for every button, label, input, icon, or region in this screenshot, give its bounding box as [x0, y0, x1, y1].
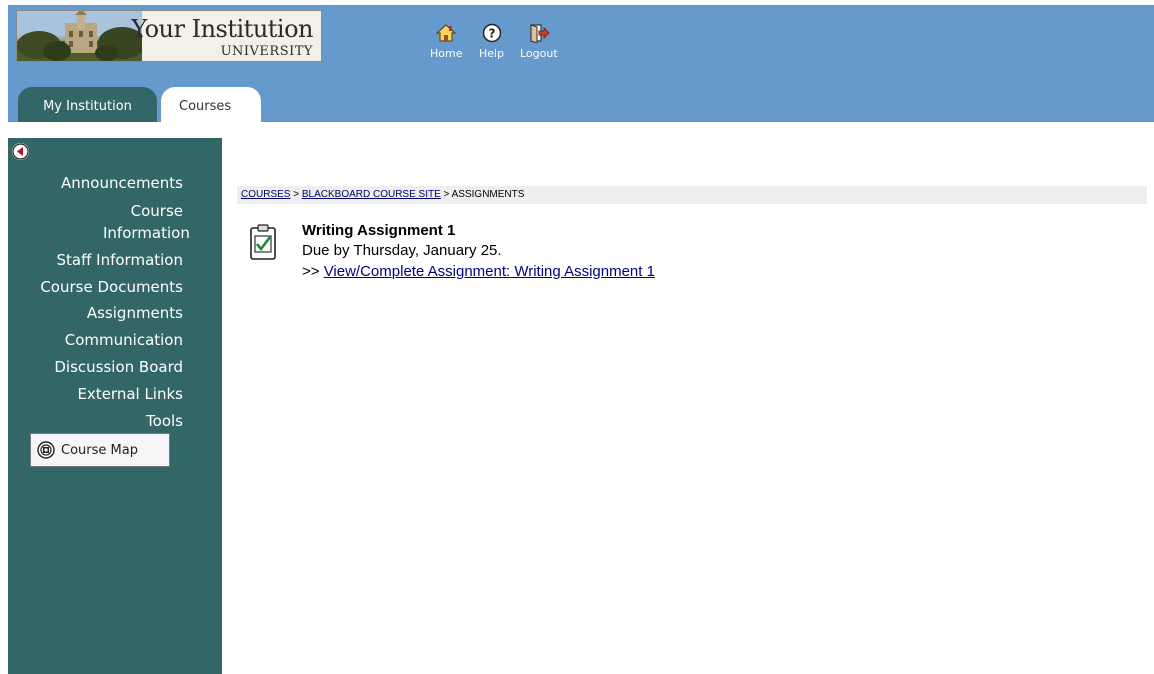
svg-text:?: ? [488, 27, 495, 41]
logo-subtitle: UNIVERSITY [220, 44, 313, 59]
assignment-title: Writing Assignment 1 [302, 222, 456, 239]
tab-my-institution[interactable]: My Institution [18, 87, 157, 122]
sidebar-item-tools[interactable]: Tools [8, 408, 183, 435]
breadcrumb: COURSES > BLACKBOARD COURSE SITE > ASSIG… [237, 186, 1147, 204]
assignment-link-row: >> View/Complete Assignment: Writing Ass… [302, 263, 655, 280]
sidebar-item-discussion-board[interactable]: Discussion Board [8, 354, 183, 381]
assignment-due-date: Due by Thursday, January 25. [302, 242, 502, 259]
home-icon [436, 24, 457, 42]
sidebar-item-staff-information[interactable]: Staff Information [8, 247, 183, 274]
sidebar-item-announcements[interactable]: Announcements [8, 170, 183, 197]
logo-title: Your Institution [131, 15, 313, 43]
course-map-icon [37, 441, 55, 459]
logout-door-icon [530, 24, 550, 43]
breadcrumb-current: ASSIGNMENTS [451, 189, 525, 200]
left-arrow-icon [12, 143, 29, 160]
sidebar-item-course-information[interactable]: Course Information [8, 200, 190, 244]
sidebar-item-course-documents[interactable]: Course Documents [8, 274, 183, 301]
institution-logo[interactable]: Your Institution UNIVERSITY [16, 10, 322, 62]
breadcrumb-separator: > [440, 189, 452, 200]
sidebar-item-external-links[interactable]: External Links [8, 381, 183, 408]
sidebar-item-communication[interactable]: Communication [8, 327, 183, 354]
top-navigation: Home ? Help Logout [428, 23, 568, 73]
sidebar-item-assignments[interactable]: Assignments [8, 300, 183, 327]
view-complete-assignment-link[interactable]: View/Complete Assignment: Writing Assign… [324, 263, 655, 280]
course-menu: Announcements Course Information Staff I… [8, 170, 190, 435]
home-label: Home [430, 47, 463, 60]
assignment-item: Writing Assignment 1 Due by Thursday, Ja… [248, 222, 948, 292]
assignment-clipboard-icon [250, 224, 276, 260]
breadcrumb-courses[interactable]: COURSES [241, 189, 290, 200]
campus-photo [17, 11, 142, 61]
logout-link[interactable]: Logout [520, 23, 558, 60]
tab-courses[interactable]: Courses [161, 87, 261, 122]
home-link[interactable]: Home [430, 23, 462, 60]
breadcrumb-separator: > [290, 189, 302, 200]
collapse-menu-button[interactable] [12, 143, 29, 160]
help-label: Help [479, 47, 505, 60]
breadcrumb-course-site[interactable]: BLACKBOARD COURSE SITE [302, 189, 441, 200]
help-icon: ? [482, 23, 501, 43]
course-map-button[interactable]: Course Map [30, 433, 170, 467]
course-map-label: Course Map [61, 442, 138, 458]
logout-label: Logout [520, 47, 558, 60]
help-link[interactable]: ? Help [479, 23, 504, 60]
course-sidebar: Announcements Course Information Staff I… [8, 138, 222, 674]
link-prefix: >> [302, 263, 324, 280]
